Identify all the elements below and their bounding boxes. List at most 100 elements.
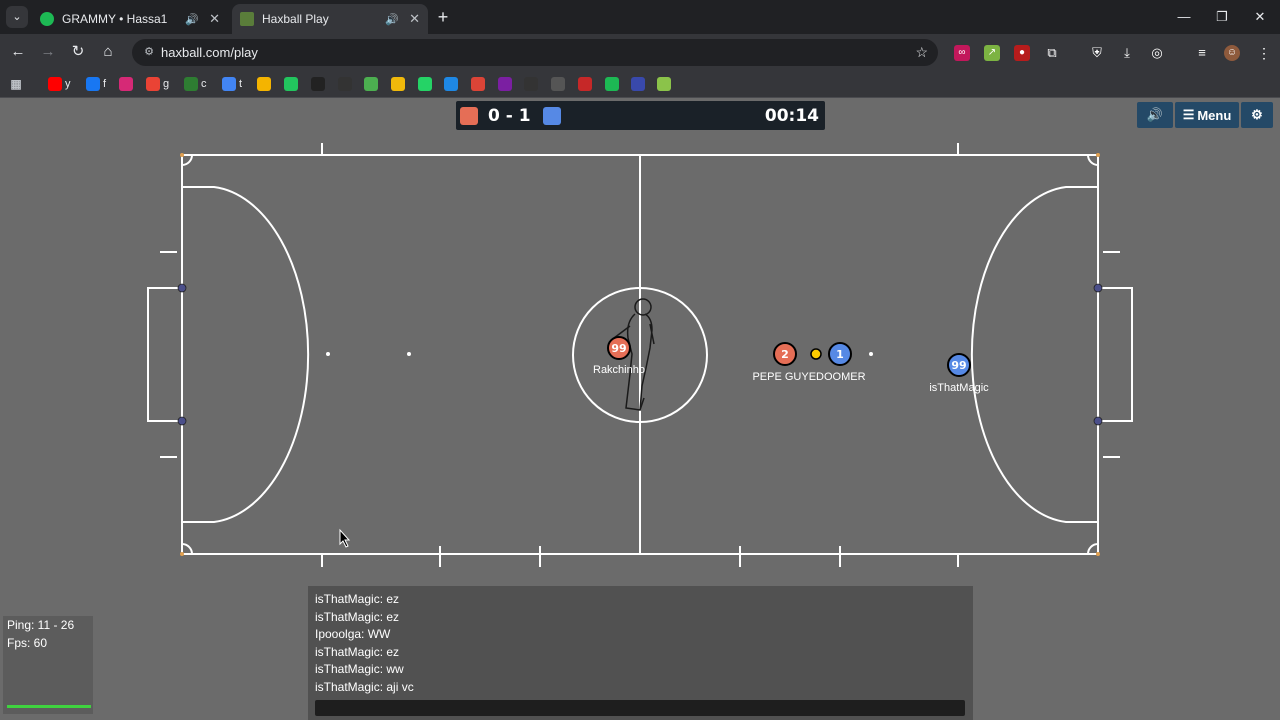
ball — [810, 348, 822, 360]
play-app-icon — [444, 77, 458, 91]
chat-message: isThatMagic: ez — [315, 644, 400, 659]
speaker-icon[interactable]: 🔊 — [385, 13, 399, 26]
home-icon[interactable]: ⌂ — [98, 42, 118, 62]
bookmark-label: c — [201, 78, 207, 90]
extension-chart-icon[interactable]: ↗ — [984, 45, 1000, 61]
speaker-icon[interactable]: 🔊 — [185, 13, 199, 26]
score: 0 - 1 — [488, 106, 531, 126]
player-number: 1 — [836, 348, 844, 361]
bookmark-item[interactable] — [605, 76, 622, 92]
settings-button[interactable]: ⚙ — [1241, 102, 1273, 128]
minimize-icon[interactable]: — — [1170, 6, 1198, 28]
tab-title: GRAMMY • Hassa1 — [62, 12, 168, 26]
tab-title: Haxball Play — [262, 12, 329, 26]
media-control-icon[interactable]: ≡ — [1194, 45, 1210, 61]
bookmark-item[interactable] — [119, 76, 136, 92]
chat-message: Ipooolga: WW — [315, 627, 391, 642]
camera-app-icon — [551, 77, 565, 91]
bookmark-label: f — [103, 78, 107, 90]
spotify-icon — [605, 77, 619, 91]
address-bar[interactable]: ⚙ haxball.com/play ☆ — [132, 39, 938, 66]
bookmark-item[interactable] — [471, 76, 488, 92]
bookmark-item[interactable]: g — [146, 76, 169, 92]
tab-spotify[interactable]: GRAMMY • Hassa1 🔊 ✕ — [32, 4, 228, 34]
player-rakchinho: 99 Rakchinho — [593, 336, 645, 376]
extension-badge-icon[interactable]: ● — [1014, 45, 1030, 61]
bookmark-item[interactable] — [444, 76, 461, 92]
ping-text: Ping: 11 - 26 — [7, 618, 75, 632]
extension-infinity-icon[interactable]: ∞ — [954, 45, 970, 61]
bookmark-item[interactable] — [311, 76, 328, 92]
tab-haxball[interactable]: Haxball Play 🔊 ✕ — [232, 4, 428, 34]
maximize-icon[interactable]: ❐ — [1208, 6, 1236, 28]
bookmark-item[interactable] — [631, 76, 648, 92]
chat-input[interactable] — [315, 700, 965, 716]
forward-arrow-icon[interactable]: → — [38, 42, 58, 62]
folder-icon — [257, 77, 271, 91]
bookmark-item[interactable] — [498, 76, 515, 92]
youtube-icon — [48, 77, 62, 91]
gmail-icon — [146, 77, 160, 91]
bookmark-item[interactable]: c — [184, 76, 207, 92]
new-tab-button[interactable]: + — [434, 7, 452, 27]
browser-tab-bar: ⌄ GRAMMY • Hassa1 🔊 ✕ Haxball Play 🔊 ✕ +… — [0, 0, 1280, 34]
tab-search-chevron-icon[interactable]: ⌄ — [6, 6, 28, 28]
chat-message: isThatMagic: ez — [315, 609, 400, 624]
more-menu-icon[interactable]: ⋮ — [1256, 45, 1272, 61]
network-stats: Ping: 11 - 26 Fps: 60 — [3, 616, 93, 714]
translate-icon — [222, 77, 236, 91]
player-red-2: 2 — [773, 342, 797, 366]
site-info-icon[interactable]: ⚙ — [142, 45, 156, 59]
incognito-icon[interactable]: ⛨ — [1089, 45, 1105, 61]
penalty-spot — [407, 352, 411, 356]
penalty-spot — [326, 352, 330, 356]
close-window-icon[interactable]: ✕ — [1246, 6, 1274, 28]
bookmark-star-icon[interactable]: ☆ — [915, 44, 928, 61]
reload-icon[interactable]: ↻ — [68, 42, 88, 62]
download-icon[interactable]: ⤓ — [1119, 45, 1135, 61]
blue-team-badge — [543, 107, 561, 125]
bookmark-item[interactable] — [657, 76, 674, 92]
sound-toggle-button[interactable]: 🔊 — [1137, 102, 1173, 128]
ping-graph — [7, 705, 91, 708]
facebook-icon — [86, 77, 100, 91]
profile-avatar[interactable]: ☺ — [1224, 45, 1240, 61]
penalty-spot — [869, 352, 873, 356]
bookmark-item[interactable] — [391, 76, 408, 92]
extensions-puzzle-icon[interactable]: ⧉ — [1044, 45, 1060, 61]
k-icon — [284, 77, 298, 91]
binance-icon — [391, 77, 405, 91]
bookmark-item[interactable] — [418, 76, 435, 92]
player-number: 99 — [951, 359, 966, 372]
bookmark-item[interactable]: t — [222, 76, 242, 92]
circle-app-icon — [311, 77, 325, 91]
goal-post — [1093, 283, 1103, 293]
screenshot-icon[interactable]: ◎ — [1149, 45, 1165, 61]
bookmark-item[interactable] — [284, 76, 301, 92]
player-number: 99 — [611, 342, 626, 355]
url-text[interactable]: haxball.com/play — [161, 45, 258, 60]
bookmark-item[interactable] — [578, 76, 595, 92]
bookmark-item[interactable] — [257, 76, 274, 92]
apps-grid-icon[interactable]: ▦ — [9, 76, 26, 92]
dark-app-icon — [524, 77, 538, 91]
fps-text: Fps: 60 — [7, 636, 48, 650]
bookmark-item[interactable]: y — [48, 76, 71, 92]
goal-post — [177, 416, 187, 426]
player-number: 2 — [781, 348, 789, 361]
goal-post — [1093, 416, 1103, 426]
menu-button[interactable]: ☰ Menu — [1175, 102, 1239, 128]
close-tab-icon[interactable]: ✕ — [209, 11, 220, 27]
haxball-game: 99 Rakchinho 2 1 PEPE GUYEDOOMER 99 isTh… — [0, 98, 1280, 720]
bookmark-item[interactable] — [364, 76, 381, 92]
back-arrow-icon[interactable]: ← — [8, 42, 28, 62]
spotify-icon — [40, 12, 54, 26]
bookmark-item[interactable]: f — [86, 76, 106, 92]
chat-message: isThatMagic: ww — [315, 662, 404, 677]
close-tab-icon[interactable]: ✕ — [409, 11, 420, 27]
bookmark-label: g — [163, 78, 170, 90]
bookmark-item[interactable] — [551, 76, 568, 92]
bookmark-item[interactable] — [524, 76, 541, 92]
mouse-cursor-icon — [339, 528, 351, 548]
bookmark-item[interactable] — [338, 76, 355, 92]
